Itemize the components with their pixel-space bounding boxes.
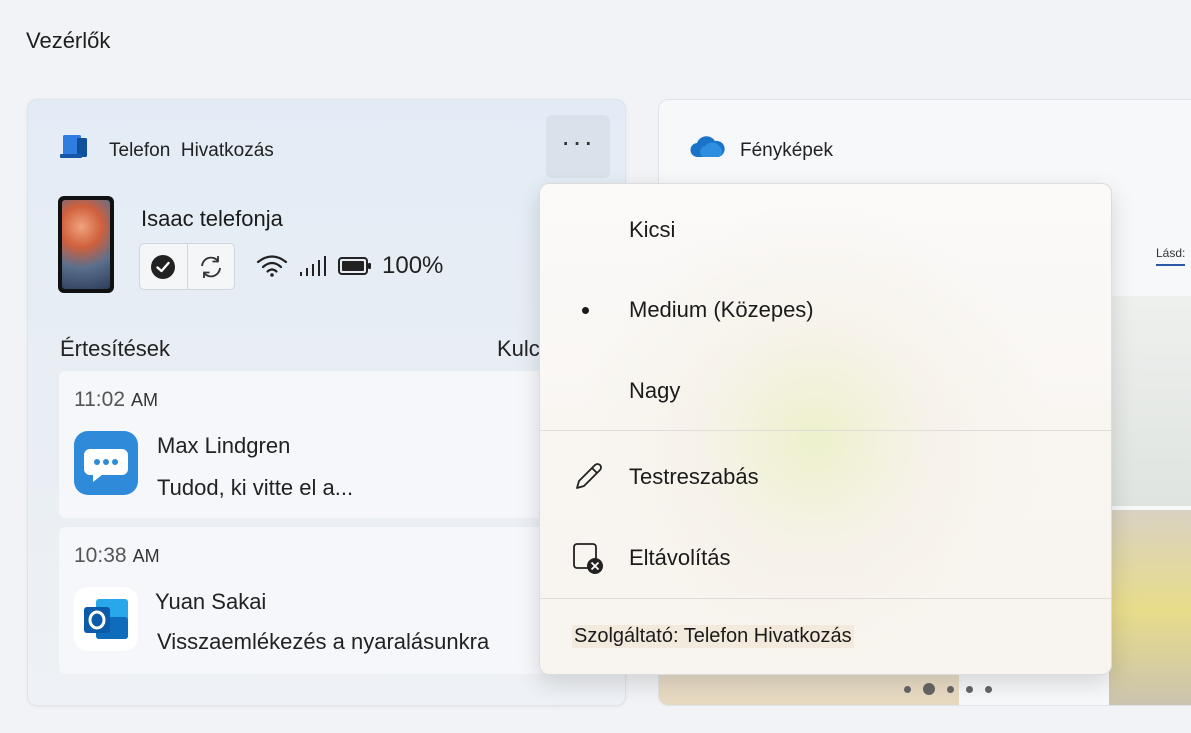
notification-message: Visszaemlékezés a nyaralásunkra	[157, 629, 490, 654]
widget-context-menu: Kicsi Medium (Közepes) Nagy Testreszabás…	[539, 183, 1112, 675]
phone-link-widget: Telefon Hivatkozás ··· Isaac telefonja 1…	[27, 99, 626, 706]
notification-card[interactable]: 10:38 AM Yuan Sakai Visszaemlékezés a nya…	[59, 527, 559, 674]
notifications-heading: Értesítések	[60, 336, 171, 361]
menu-item-remove[interactable]: Eltávolítás	[540, 518, 1111, 598]
more-options-icon: ···	[561, 125, 595, 157]
notification-time: 10:38 AM	[74, 544, 160, 567]
widget-title-app: Telefon	[109, 140, 171, 161]
phone-thumbnail[interactable]	[58, 196, 114, 293]
menu-item-size-small[interactable]: Kicsi	[540, 190, 1111, 270]
menu-separator	[540, 598, 1111, 599]
menu-item-customize[interactable]: Testreszabás	[540, 437, 1111, 517]
notification-card[interactable]: 11:02 AM Max Lindgren Tudod, ki vitte el …	[59, 371, 559, 518]
cellular-signal-icon	[300, 256, 326, 276]
photos-widget-title: Fényképek	[740, 140, 833, 161]
carousel-dot[interactable]	[966, 685, 973, 693]
remove-widget-icon	[570, 540, 606, 576]
carousel-dots	[904, 683, 992, 695]
photo-thumbnail[interactable]	[1109, 510, 1191, 705]
phone-link-icon	[60, 132, 90, 162]
notification-sender: Max Lindgren	[157, 433, 291, 458]
menu-item-size-medium[interactable]: Medium (Közepes)	[540, 270, 1111, 350]
see-link[interactable]: Lásd:	[1156, 246, 1186, 266]
photo-thumbnail[interactable]	[1109, 296, 1191, 506]
outlook-app-icon	[74, 587, 138, 651]
menu-item-size-large[interactable]: Nagy	[540, 351, 1111, 431]
carousel-dot[interactable]	[904, 685, 911, 693]
battery-icon	[338, 257, 371, 275]
notification-sender: Yuan Sakai	[155, 589, 267, 614]
menu-separator	[540, 430, 1111, 431]
notification-time: 11:02 AM	[74, 388, 158, 411]
connected-button[interactable]	[140, 244, 187, 289]
widget-title-feature: Hivatkozás	[180, 140, 274, 161]
device-name: Isaac telefonja	[141, 206, 283, 231]
messages-app-icon	[74, 431, 138, 495]
wifi-icon	[256, 255, 288, 277]
phone-status: 100%	[256, 252, 443, 280]
carousel-dot[interactable]	[985, 685, 992, 693]
carousel-dot[interactable]	[947, 685, 954, 693]
more-options-button[interactable]: ···	[546, 115, 610, 178]
onedrive-icon	[689, 135, 725, 164]
menu-provider-label: Szolgáltató: Telefon Hivatkozás	[572, 625, 854, 648]
phone-action-buttons	[139, 243, 235, 290]
page-heading: Vezérlők	[26, 28, 111, 53]
selected-bullet-icon	[582, 306, 589, 314]
sync-icon	[200, 255, 221, 278]
check-circle-icon	[151, 254, 176, 279]
carousel-dot[interactable]	[923, 683, 935, 695]
battery-percentage: 100%	[382, 252, 444, 279]
notification-message: Tudod, ki vitte el a...	[157, 475, 354, 500]
pencil-icon	[570, 459, 606, 495]
sync-button[interactable]	[186, 244, 235, 289]
widget-title: Telefon Hivatkozás	[109, 140, 274, 162]
